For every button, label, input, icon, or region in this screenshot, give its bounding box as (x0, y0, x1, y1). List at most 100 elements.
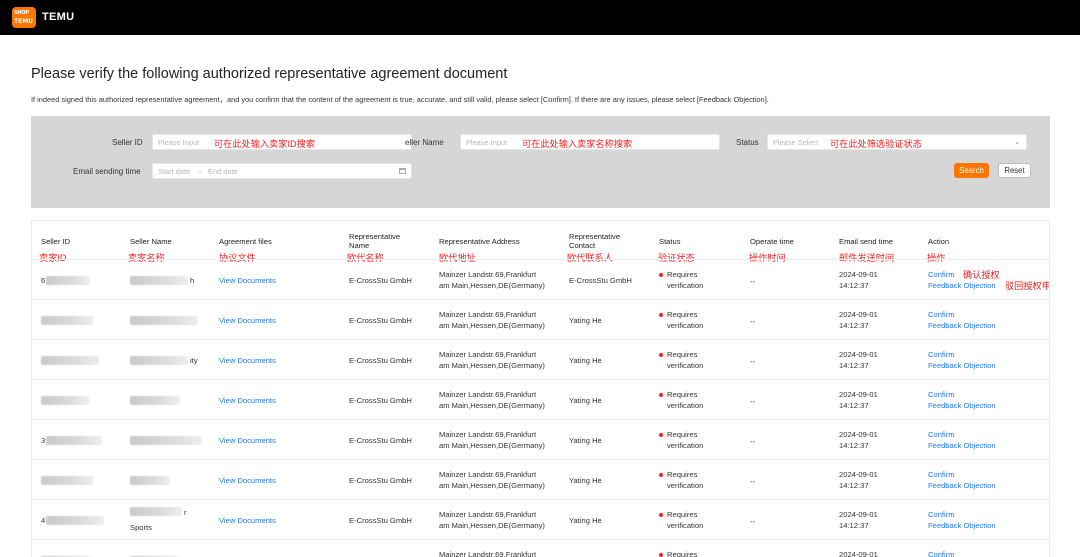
email-send-date: 2024-09-01 (839, 390, 878, 399)
status-annotation: 可在此处筛选验证状态 (830, 139, 922, 149)
status-indicator-dot (659, 273, 663, 277)
confirm-link[interactable]: Confirm (928, 429, 955, 440)
masked-seller-name (130, 507, 182, 516)
view-documents-link[interactable]: View Documents (219, 435, 276, 446)
email-send-date: 2024-09-01 (839, 510, 878, 519)
representative-address-line2: am Main,Hessen,DE(Germany) (439, 481, 545, 490)
masked-seller-id (41, 316, 93, 325)
email-time-label: Email sending time (73, 167, 141, 176)
calendar-icon (399, 168, 406, 174)
feedback-objection-link[interactable]: Feedback Objection (928, 280, 996, 291)
header-agreement-files: Agreement files (219, 237, 272, 246)
operate-time: -- (750, 397, 756, 406)
operate-time: -- (750, 437, 756, 446)
feedback-objection-link[interactable]: Feedback Objection (928, 480, 996, 491)
status-select[interactable]: Please Select 可在此处筛选验证状态 ⌄ (767, 134, 1027, 150)
status-indicator-dot (659, 473, 663, 477)
status-text-line1: Requires (667, 350, 698, 359)
status-indicator-dot (659, 353, 663, 357)
seller-name-line2: Sports (130, 523, 152, 532)
representative-name: E-CrossStu GmbH (349, 356, 412, 365)
feedback-objection-link[interactable]: Feedback Objection (928, 520, 996, 531)
seller-id-prefix: 4 (41, 516, 46, 525)
status-text-line1: Requires (667, 390, 698, 399)
representative-address-line2: am Main,Hessen,DE(Germany) (439, 361, 545, 370)
representative-name: E-CrossStu GmbH (349, 396, 412, 405)
status-label: Status (736, 138, 759, 147)
representative-address-line2: am Main,Hessen,DE(Germany) (439, 401, 545, 410)
header-status: Status (659, 237, 681, 246)
representative-name: E-CrossStu GmbH (349, 436, 412, 445)
annotation-feedback: 驳回授权申请 (1005, 281, 1049, 291)
representative-address-line2: am Main,Hessen,DE(Germany) (439, 521, 545, 530)
view-documents-link[interactable]: View Documents (219, 515, 276, 526)
header-rep-name-line2: Name (349, 241, 370, 250)
search-button[interactable]: Search (954, 163, 989, 178)
representative-name: E-CrossStu GmbH (349, 316, 412, 325)
view-documents-link[interactable]: View Documents (219, 315, 276, 326)
operate-time: -- (750, 357, 756, 366)
email-send-date: 2024-09-01 (839, 310, 878, 319)
end-date-placeholder: End date (208, 167, 238, 176)
seller-id-input[interactable]: Please Input 可在此处输入卖家ID搜索 (152, 134, 412, 150)
status-text-line1: Requires (667, 430, 698, 439)
view-documents-link[interactable]: View Documents (219, 355, 276, 366)
status-placeholder: Please Select (773, 138, 819, 147)
seller-id-annotation: 可在此处输入卖家ID搜索 (214, 139, 316, 149)
status-text-line1: Requires (667, 470, 698, 479)
feedback-objection-link[interactable]: Feedback Objection (928, 320, 996, 331)
representative-contact: E-CrossStu GmbH (569, 276, 632, 285)
representative-contact: Yating He (569, 476, 602, 485)
status-text-line2: verification (667, 481, 704, 490)
table-row: 4 r Sports View Documents E-CrossStu GmbH Mai… (32, 499, 1049, 539)
masked-seller-name (130, 436, 202, 445)
feedback-objection-link[interactable]: Feedback Objection (928, 440, 996, 451)
seller-name-input[interactable]: Please Input 可在此处输入卖家名称搜索 (460, 134, 720, 150)
email-send-date: 2024-09-01 (839, 350, 878, 359)
status-text-line2: verification (667, 361, 704, 370)
confirm-link[interactable]: Confirm (928, 349, 955, 360)
operate-time: -- (750, 317, 756, 326)
view-documents-link[interactable]: View Documents (219, 475, 276, 486)
reset-button[interactable]: Reset (998, 163, 1031, 178)
operate-time: -- (750, 277, 756, 286)
representative-address-line1: Mainzer Landstr.69,Frankfurt (439, 350, 537, 359)
representative-contact: Yating He (569, 436, 602, 445)
temu-logo[interactable]: SHOP TEMU (12, 7, 36, 28)
operate-time: -- (750, 477, 756, 486)
representative-address-line1: Mainzer Landstr.69,Frankfurt (439, 390, 537, 399)
representative-contact: Yating He (569, 316, 602, 325)
header-rep-contact-line2: Contact (569, 241, 596, 250)
confirm-link[interactable]: Confirm (928, 509, 955, 520)
view-documents-link[interactable]: View Documents (219, 275, 276, 286)
confirm-link[interactable]: Confirm (928, 389, 955, 400)
seller-name-placeholder: Please Input (466, 138, 508, 147)
representative-address-line1: Mainzer Landstr.69,Frankfurt (439, 550, 537, 557)
confirm-link[interactable]: Confirm (928, 269, 955, 280)
feedback-objection-link[interactable]: Feedback Objection (928, 400, 996, 411)
header-seller-name: Seller Name (130, 237, 172, 246)
status-indicator-dot (659, 433, 663, 437)
email-send-time: 14:12:37 (839, 281, 869, 290)
table-row: View Documents E-CrossStu GmbH Mainzer Lan… (32, 299, 1049, 339)
email-send-time: 14:12:37 (839, 521, 869, 530)
status-indicator-dot (659, 513, 663, 517)
email-send-date: 2024-09-01 (839, 470, 878, 479)
table-row: 6 h View Documents E-CrossStu GmbH Mainzer L… (32, 259, 1049, 299)
email-date-range-picker[interactable]: Start date ~ End date (152, 163, 412, 179)
confirm-link[interactable]: Confirm (928, 549, 955, 557)
table-row: 3 View Documents E-CrossStu GmbH Mainzer La… (32, 419, 1049, 459)
confirm-link[interactable]: Confirm (928, 309, 955, 320)
status-text-line2: verification (667, 401, 704, 410)
brand-name: TEMU (42, 11, 75, 23)
feedback-objection-link[interactable]: Feedback Objection (928, 360, 996, 371)
representative-address-line1: Mainzer Landstr.69,Frankfurt (439, 430, 537, 439)
confirm-link[interactable]: Confirm (928, 469, 955, 480)
email-send-date: 2024-09-01 (839, 430, 878, 439)
page-title: Please verify the following authorized r… (31, 66, 508, 82)
masked-seller-name (130, 356, 188, 365)
masked-seller-id (41, 396, 89, 405)
view-documents-link[interactable]: View Documents (219, 395, 276, 406)
annotation-confirm: 确认授权 (963, 270, 1000, 280)
filter-panel: Seller ID Please Input 可在此处输入卖家ID搜索 elle… (31, 116, 1050, 208)
